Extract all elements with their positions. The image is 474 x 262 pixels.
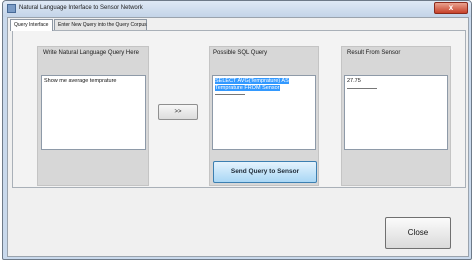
sensor-result-output[interactable]: 27.75 [344,75,448,150]
tab-enter-new-query[interactable]: Enter New Query into the Query Corpus [54,19,147,30]
main-window: Natural Language Interface to Sensor Net… [2,0,472,260]
window-close-icon[interactable]: x [434,2,468,14]
send-query-button[interactable]: Send Query to Sensor [213,161,317,183]
client-area: Query Interface Enter New Query into the… [7,17,469,257]
sql-text: SELECT AVG(Temprature) AS Temprature FRO… [215,78,289,91]
tab-query-interface[interactable]: Query Interface [10,19,53,31]
result-label: Result From Sensor [347,50,401,56]
translate-button[interactable]: >> [158,104,198,120]
title-bar[interactable]: Natural Language Interface to Sensor Net… [3,1,471,17]
sql-query-output[interactable]: SELECT AVG(Temprature) AS Temprature FRO… [212,75,316,150]
query-text: Show me average temprature [44,78,117,84]
app-icon [7,4,16,13]
text-caret [347,87,377,89]
bottom-bar: Close [12,190,466,254]
text-caret [215,94,245,95]
window-title: Natural Language Interface to Sensor Net… [19,5,143,11]
close-button[interactable]: Close [385,217,451,249]
query-interface-panel: Write Natural Language Query Here Possib… [12,30,466,188]
sql-label: Possible SQL Query [213,50,268,56]
query-label: Write Natural Language Query Here [43,50,139,56]
natural-language-query-input[interactable]: Show me average temprature [41,75,146,150]
result-text: 27.75 [347,78,361,84]
